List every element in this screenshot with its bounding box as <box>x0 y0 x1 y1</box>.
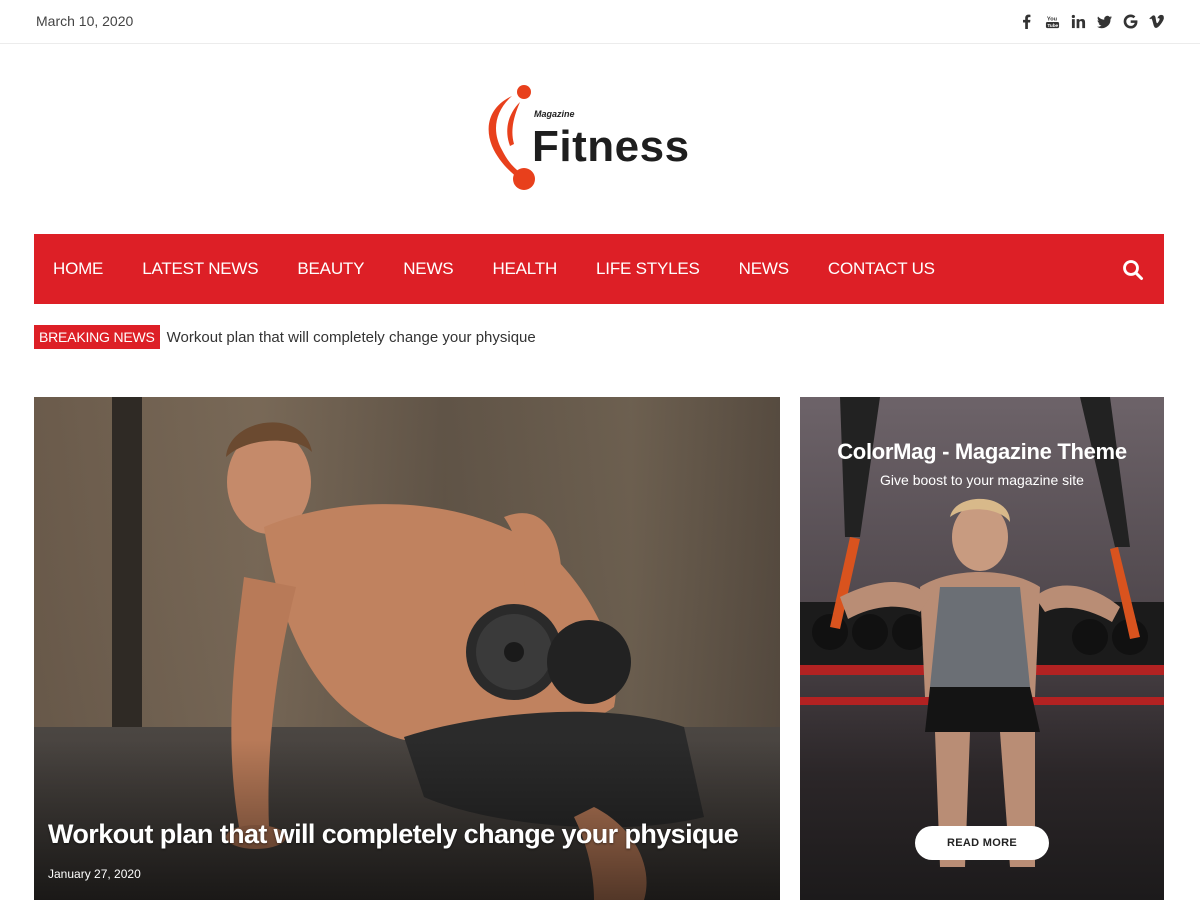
nav-item-news-2[interactable]: NEWS <box>739 259 789 279</box>
promo-title: ColorMag - Magazine Theme <box>837 439 1127 464</box>
youtube-icon[interactable]: You Tube <box>1044 11 1060 31</box>
nav-item-latest-news[interactable]: LATEST NEWS <box>142 259 258 279</box>
nav-item-life-styles[interactable]: LIFE STYLES <box>596 259 700 279</box>
google-icon[interactable] <box>1122 11 1138 31</box>
featured-title[interactable]: Workout plan that will completely change… <box>48 819 739 850</box>
breaking-news-label: BREAKING NEWS <box>34 325 160 349</box>
featured-date: January 27, 2020 <box>48 867 141 881</box>
nav-item-home[interactable]: HOME <box>53 259 103 279</box>
nav-item-beauty[interactable]: BEAUTY <box>297 259 364 279</box>
svg-text:You: You <box>1046 16 1057 22</box>
breaking-news-headline[interactable]: Workout plan that will completely change… <box>167 329 536 346</box>
current-date: March 10, 2020 <box>36 13 134 29</box>
twitter-icon[interactable] <box>1096 11 1112 31</box>
breaking-news-bar: BREAKING NEWS Workout plan that will com… <box>34 325 536 349</box>
nav-item-news[interactable]: NEWS <box>403 259 453 279</box>
site-logo[interactable]: Magazine Fitness <box>484 82 724 194</box>
nav-item-contact-us[interactable]: CONTACT US <box>828 259 935 279</box>
read-more-button[interactable]: READ MORE <box>915 826 1049 860</box>
main-navigation: HOME LATEST NEWS BEAUTY NEWS HEALTH LIFE… <box>34 234 1164 304</box>
logo-small-text: Magazine <box>534 109 575 119</box>
svg-text:Tube: Tube <box>1047 22 1058 27</box>
social-links: You Tube <box>1018 11 1164 31</box>
top-bar: March 10, 2020 You Tube <box>0 0 1200 44</box>
search-icon[interactable] <box>1122 259 1144 281</box>
nav-item-health[interactable]: HEALTH <box>492 259 557 279</box>
vimeo-icon[interactable] <box>1148 11 1164 31</box>
promo-subtitle: Give boost to your magazine site <box>880 472 1084 488</box>
featured-article[interactable]: Workout plan that will completely change… <box>34 397 780 900</box>
facebook-icon[interactable] <box>1018 11 1034 31</box>
linkedin-icon[interactable] <box>1070 11 1086 31</box>
promo-banner: ColorMag - Magazine Theme Give boost to … <box>800 397 1164 900</box>
logo-name: Fitness <box>532 122 690 171</box>
